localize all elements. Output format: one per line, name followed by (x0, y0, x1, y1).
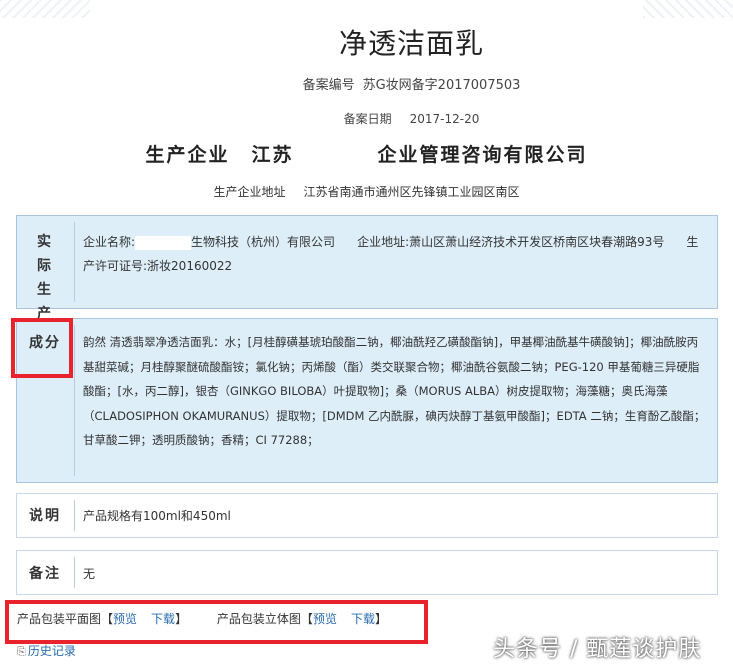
description-label: 说明 (29, 508, 61, 524)
record-date-label: 备案日期 (343, 112, 392, 126)
history-icon: ⎘ (17, 645, 26, 658)
product-title: 净透洁面乳 (338, 27, 484, 60)
ingredients-panel: 成分 韵然 清透翡翠净透洁面乳：水；[月桂醇磺基琥珀酸酯二钠，椰油酰羟乙磺酸酯钠… (16, 318, 718, 483)
watermark: 头条号 / 甄莲谈护肤 (493, 637, 702, 662)
panel-divider (74, 500, 75, 531)
corner-decoration-right (643, 0, 733, 18)
producer-address-label: 生产企业地址 (213, 185, 286, 199)
producer-name-prefix: 江苏 (251, 144, 294, 166)
producer-address-row: 生产企业地址 江苏省南通市通州区先锋镇工业园区南区 (0, 183, 733, 200)
license-value: 浙妆20160022 (147, 259, 233, 273)
company-address-value: 萧山区萧山经济技术开发区桥南区块春潮路93号 (409, 235, 665, 249)
producer-address-value: 江苏省南通市通州区先锋镇工业园区南区 (303, 185, 520, 199)
highlight-ingredients-label (11, 318, 73, 378)
actual-producer-panel: 实际生产企业 企业名称:生物科技（杭州）有限公司企业地址:萧山区萧山经济技术开发… (16, 215, 718, 370)
history-link[interactable]: ⎘ 历史记录 (17, 642, 76, 659)
producer-name-suffix: 企业管理咨询有限公司 (377, 144, 588, 166)
remark-text: 无 (83, 567, 96, 581)
actual-producer-content: 企业名称: 生物科技（杭州）有限公司 企业地址:萧山区萧山经济技术开发区桥南区块春潮… (83, 230, 709, 278)
record-date-value: 2017-12-20 (409, 112, 480, 126)
panel-divider (74, 325, 75, 476)
company-label: 企业名称: (83, 235, 136, 249)
redacted-company-name (135, 235, 192, 250)
company-name: 生物科技（杭州）有限公司 (191, 235, 336, 249)
producer-row: 生产企业 江苏 企业管理咨询有限公司 (0, 140, 733, 167)
company-address-label: 企业地址: (357, 235, 410, 249)
history-label: 历史记录 (27, 644, 76, 658)
description-panel: 说明 产品规格有100ml和450ml (16, 493, 718, 538)
registration-label: 备案编号 (302, 78, 355, 93)
ingredients-text: 韵然 清透翡翠净透洁面乳：水；[月桂醇磺基琥珀酸酯二钠，椰油酰羟乙磺酸酯钠]，甲… (83, 335, 706, 447)
corner-decoration-left (0, 0, 90, 18)
producer-label: 生产企业 (145, 144, 230, 166)
panel-divider (74, 557, 75, 588)
description-text: 产品规格有100ml和450ml (83, 509, 231, 523)
remark-panel: 备注 无 (16, 550, 718, 595)
panel-divider (74, 222, 75, 302)
highlight-packaging-row (5, 600, 428, 644)
remark-label: 备注 (29, 566, 61, 582)
registration-value: 苏G妆网备字2017007503 (362, 78, 521, 93)
registration-row: 备案编号 苏G妆网备字2017007503 (0, 74, 733, 93)
record-date-row: 备案日期 2017-12-20 (0, 110, 733, 127)
